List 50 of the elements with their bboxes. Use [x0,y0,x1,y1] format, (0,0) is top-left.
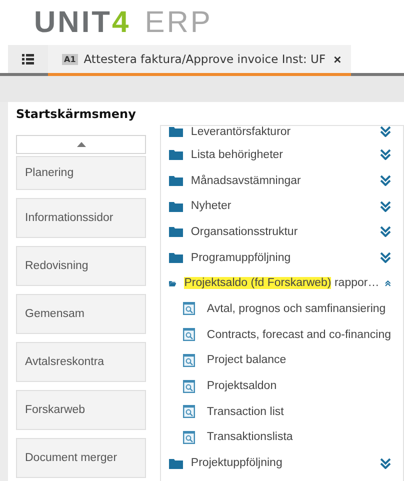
folder-label[interactable]: Organsationsstruktur [190,226,374,238]
tab-title: Attestera faktura/Approve invoice Inst: UF [84,52,326,66]
collapse-icon[interactable] [385,278,391,289]
report-link[interactable]: Contracts, forecast and co-financing [206,328,392,341]
menu-tile[interactable]: Planering [16,156,146,190]
logo: UNIT4 ERP [34,6,212,40]
folder-label[interactable]: Leverantörsfakturor [190,126,374,138]
report-link[interactable]: Project balance [206,354,286,366]
expand-icon[interactable] [380,252,391,264]
report-icon [182,354,195,367]
folder-icon [168,175,183,186]
report-icon [182,405,195,418]
tab-badge: A1 [62,54,78,64]
report-icon [182,430,195,444]
report-link[interactable]: Avtal, prognos och samfinansiering [206,302,386,315]
menu-icon [22,54,34,64]
menu-tile[interactable]: Gemensam [16,294,146,334]
expand-icon[interactable] [380,175,391,186]
folder-icon [168,149,183,160]
folder-icon [168,226,183,238]
folder-label[interactable]: Projektuppföljning [190,457,374,470]
expand-icon[interactable] [380,126,391,137]
folder-label[interactable]: Månadsavstämningar [190,174,374,187]
menu-button[interactable] [8,45,48,73]
folder-label[interactable]: Programuppföljning [190,252,374,264]
up-arrow-icon [76,142,86,147]
menu-tile[interactable]: Redovisning [16,246,146,286]
expand-icon[interactable] [380,149,391,160]
folder-icon [168,458,183,469]
folder-label[interactable]: Nyheter [190,200,374,212]
folder-icon [168,126,183,137]
report-icon [182,328,195,342]
report-icon [182,380,195,393]
menu-tile[interactable]: Informationssidor [16,198,146,238]
expand-icon[interactable] [380,200,391,212]
menu-tile[interactable]: Avtalsreskontra [16,342,146,382]
report-icon [182,302,195,316]
report-link[interactable]: Projektsaldon [206,380,277,392]
report-link[interactable]: Transaktionslista [206,431,293,444]
tab[interactable]: A1 Attestera faktura/Approve invoice Inst: UF × [48,45,352,76]
report-link[interactable]: Transaction list [206,406,284,418]
menu-tile[interactable]: Document merger [16,438,146,478]
panel-title: Startskärmsmeny [16,106,137,123]
expand-icon[interactable] [380,226,391,238]
folder-icon [168,200,183,212]
expand-icon[interactable] [380,458,391,469]
folder-icon [168,252,183,264]
menu-tile[interactable]: Forskarweb [16,390,146,430]
folder-label[interactable]: Lista behörigheter [190,148,374,161]
close-button[interactable]: × [332,52,344,66]
